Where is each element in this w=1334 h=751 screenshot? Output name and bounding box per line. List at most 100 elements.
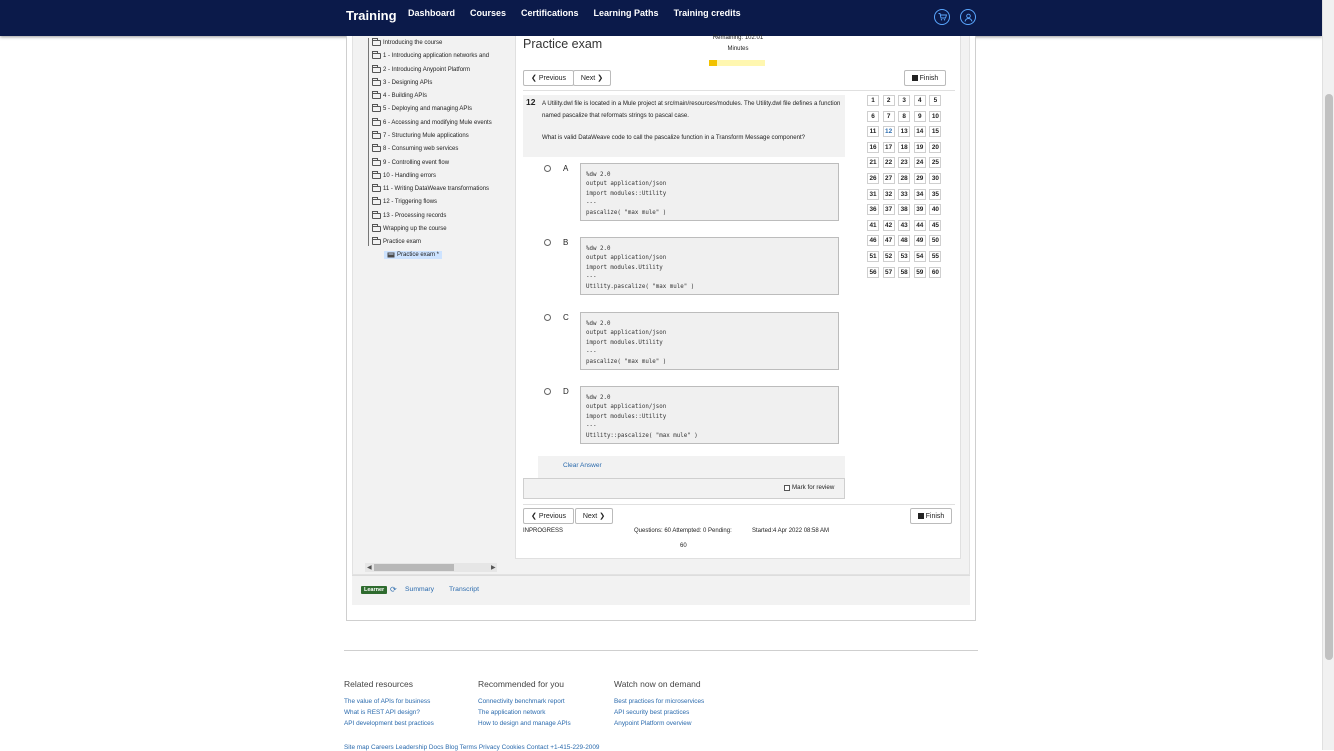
footer-link[interactable]: The application network bbox=[478, 709, 546, 716]
question-nav-39[interactable]: 39 bbox=[913, 204, 926, 216]
question-nav-32[interactable]: 32 bbox=[882, 188, 895, 200]
question-nav-26[interactable]: 26 bbox=[867, 173, 879, 184]
question-nav-35[interactable]: 35 bbox=[929, 188, 942, 200]
tree-item[interactable]: Wrapping up the course bbox=[372, 224, 447, 232]
finish-button-bottom[interactable]: Finish bbox=[910, 508, 952, 524]
question-nav-19[interactable]: 19 bbox=[913, 141, 926, 153]
tree-item[interactable]: Practice exam bbox=[372, 237, 421, 245]
tree-item[interactable]: 7 - Structuring Mule applications bbox=[372, 131, 469, 139]
footer-link[interactable]: Connectivity benchmark report bbox=[478, 698, 565, 705]
cart-icon[interactable] bbox=[934, 9, 950, 25]
tree-item[interactable]: 2 - Introducing Anypoint Platform bbox=[372, 65, 470, 73]
footer-link[interactable]: API security best practices bbox=[614, 709, 689, 716]
option-d-radio[interactable] bbox=[544, 388, 551, 395]
question-nav-50[interactable]: 50 bbox=[929, 235, 942, 247]
tree-item[interactable]: 6 - Accessing and modifying Mule events bbox=[372, 118, 492, 126]
question-nav-47[interactable]: 47 bbox=[882, 235, 895, 247]
question-nav-2[interactable]: 2 bbox=[882, 95, 895, 106]
question-nav-9[interactable]: 9 bbox=[913, 110, 926, 122]
footer-link[interactable]: API development best practices bbox=[344, 720, 434, 727]
question-nav-10[interactable]: 10 bbox=[929, 110, 942, 122]
question-nav-22[interactable]: 22 bbox=[882, 157, 895, 169]
question-nav-33[interactable]: 33 bbox=[898, 188, 911, 200]
nav-dashboard[interactable]: Dashboard bbox=[408, 8, 455, 18]
brand-title[interactable]: Training bbox=[346, 8, 397, 23]
tree-item[interactable]: 11 - Writing DataWeave transformations bbox=[372, 184, 489, 192]
question-nav-15[interactable]: 15 bbox=[929, 126, 942, 138]
refresh-icon[interactable]: ⟳ bbox=[390, 585, 397, 594]
question-nav-58[interactable]: 58 bbox=[898, 266, 911, 278]
question-nav-5[interactable]: 5 bbox=[929, 95, 942, 106]
footer-link[interactable]: Anypoint Platform overview bbox=[614, 720, 691, 727]
question-nav-20[interactable]: 20 bbox=[929, 141, 942, 153]
question-nav-36[interactable]: 36 bbox=[867, 204, 879, 216]
nav-certifications[interactable]: Certifications bbox=[521, 8, 579, 18]
tree-hscrollbar[interactable]: ◀ ▶ bbox=[365, 563, 497, 572]
previous-button-bottom[interactable]: ❮ Previous bbox=[523, 508, 574, 524]
footer-link[interactable]: How to design and manage APIs bbox=[478, 720, 571, 727]
tree-item[interactable]: Introducing the course bbox=[372, 38, 442, 46]
footer-link[interactable]: What is REST API design? bbox=[344, 709, 420, 716]
question-nav-3[interactable]: 3 bbox=[898, 95, 911, 106]
scrollbar-thumb[interactable] bbox=[1325, 94, 1333, 660]
footer-link[interactable]: Best practices for microservices bbox=[614, 698, 704, 705]
question-nav-41[interactable]: 41 bbox=[867, 219, 879, 231]
tree-item[interactable]: 13 - Processing records bbox=[372, 211, 446, 219]
question-nav-44[interactable]: 44 bbox=[913, 219, 926, 231]
question-nav-18[interactable]: 18 bbox=[898, 141, 911, 153]
question-nav-27[interactable]: 27 bbox=[882, 173, 895, 184]
question-nav-4[interactable]: 4 bbox=[913, 95, 926, 106]
question-nav-42[interactable]: 42 bbox=[882, 219, 895, 231]
question-nav-38[interactable]: 38 bbox=[898, 204, 911, 216]
question-nav-16[interactable]: 16 bbox=[867, 141, 879, 153]
question-nav-40[interactable]: 40 bbox=[929, 204, 942, 216]
tree-item[interactable]: 12 - Triggering flows bbox=[372, 197, 437, 205]
question-nav-57[interactable]: 57 bbox=[882, 266, 895, 278]
question-nav-17[interactable]: 17 bbox=[882, 141, 895, 153]
question-nav-12[interactable]: 12 bbox=[882, 126, 895, 138]
tree-item[interactable]: 10 - Handling errors bbox=[372, 171, 436, 179]
tree-item[interactable]: 9 - Controlling event flow bbox=[372, 158, 449, 166]
question-nav-25[interactable]: 25 bbox=[929, 157, 942, 169]
option-b-radio[interactable] bbox=[544, 239, 551, 246]
question-nav-24[interactable]: 24 bbox=[913, 157, 926, 169]
question-nav-30[interactable]: 30 bbox=[929, 173, 942, 184]
tree-item[interactable]: 5 - Deploying and managing APIs bbox=[372, 104, 472, 112]
question-nav-54[interactable]: 54 bbox=[913, 251, 926, 262]
tree-scroll-thumb[interactable] bbox=[374, 564, 454, 571]
question-nav-28[interactable]: 28 bbox=[898, 173, 911, 184]
nav-courses[interactable]: Courses bbox=[470, 8, 506, 18]
scroll-right-icon[interactable]: ▶ bbox=[491, 564, 496, 571]
finish-button-top[interactable]: Finish bbox=[904, 70, 946, 86]
question-nav-59[interactable]: 59 bbox=[913, 266, 926, 278]
question-nav-51[interactable]: 51 bbox=[867, 251, 879, 262]
question-nav-60[interactable]: 60 bbox=[929, 266, 942, 278]
question-nav-29[interactable]: 29 bbox=[913, 173, 926, 184]
option-a-radio[interactable] bbox=[544, 165, 551, 172]
question-nav-21[interactable]: 21 bbox=[867, 157, 879, 169]
next-button-bottom[interactable]: Next ❯ bbox=[575, 508, 613, 524]
question-nav-31[interactable]: 31 bbox=[867, 188, 879, 200]
option-c-radio[interactable] bbox=[544, 314, 551, 321]
question-nav-11[interactable]: 11 bbox=[867, 126, 879, 138]
page-scrollbar[interactable] bbox=[1322, 0, 1334, 750]
nav-learning-paths[interactable]: Learning Paths bbox=[594, 8, 659, 18]
question-nav-14[interactable]: 14 bbox=[913, 126, 926, 138]
nav-training-credits[interactable]: Training credits bbox=[674, 8, 741, 18]
tree-item[interactable]: 8 - Consuming web services bbox=[372, 144, 458, 152]
question-nav-8[interactable]: 8 bbox=[898, 110, 911, 122]
tree-item[interactable]: 3 - Designing APIs bbox=[372, 78, 432, 86]
question-nav-43[interactable]: 43 bbox=[898, 219, 911, 231]
tree-item-active[interactable]: Practice exam * bbox=[384, 251, 443, 259]
question-nav-34[interactable]: 34 bbox=[913, 188, 926, 200]
question-nav-37[interactable]: 37 bbox=[882, 204, 895, 216]
question-nav-1[interactable]: 1 bbox=[867, 95, 879, 106]
footer-link[interactable]: The value of APIs for business bbox=[344, 698, 430, 705]
next-button-top[interactable]: Next ❯ bbox=[573, 70, 611, 86]
user-icon[interactable] bbox=[960, 9, 976, 25]
question-nav-13[interactable]: 13 bbox=[898, 126, 911, 138]
question-nav-6[interactable]: 6 bbox=[867, 110, 879, 122]
question-nav-45[interactable]: 45 bbox=[929, 219, 942, 231]
question-nav-7[interactable]: 7 bbox=[882, 110, 895, 122]
question-nav-48[interactable]: 48 bbox=[898, 235, 911, 247]
